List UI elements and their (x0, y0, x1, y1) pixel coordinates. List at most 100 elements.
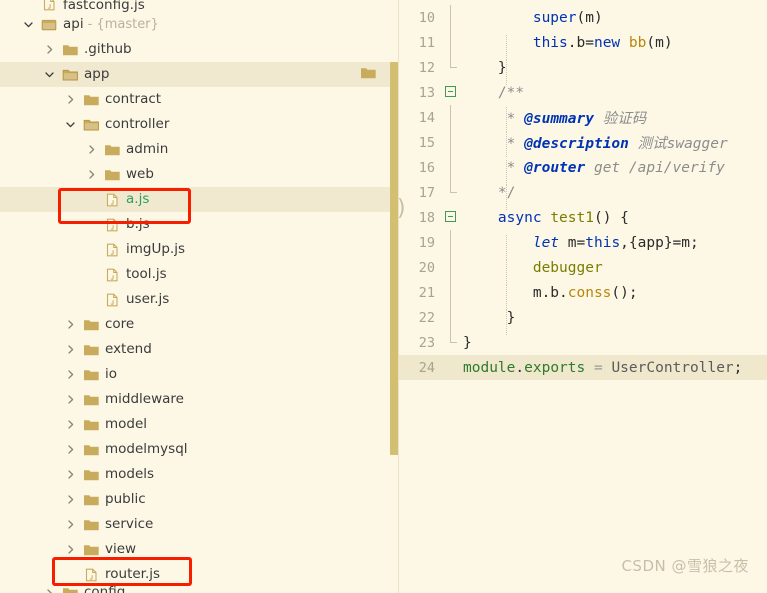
folder-icon (83, 367, 100, 383)
chevron-right-icon[interactable] (64, 93, 77, 106)
tree-item-api[interactable]: api - {master} (0, 12, 399, 37)
chevron-right-icon[interactable] (64, 418, 77, 431)
code-token: m= (559, 234, 586, 251)
tree-item-label: api (63, 15, 84, 32)
tree-item-router-js[interactable]: router.js (0, 562, 399, 587)
fold-guide (441, 30, 463, 55)
tree-item-label: io (105, 365, 118, 382)
code-line[interactable]: 19 let m=this,{app}=m; (399, 230, 767, 260)
fold-guide (441, 105, 463, 130)
watermark: CSDN @雪狼之夜 (621, 557, 749, 575)
chevron-right-icon[interactable] (64, 518, 77, 531)
git-branch-label: - {master} (87, 17, 159, 32)
fold-collapse-icon[interactable] (441, 80, 463, 105)
tree-item-admin[interactable]: admin (0, 137, 399, 162)
chevron-right-icon[interactable] (64, 493, 77, 506)
chevron-down-icon[interactable] (22, 18, 35, 31)
chevron-right-icon[interactable] (64, 368, 77, 381)
tree-item-app[interactable]: app (0, 62, 399, 87)
chevron-right-icon[interactable] (64, 318, 77, 331)
tree-item-config[interactable]: config (0, 586, 399, 593)
code-token: 验证码 (593, 111, 647, 127)
code-token: let (532, 234, 560, 251)
tree-item-web[interactable]: web (0, 162, 399, 187)
tree-item-core[interactable]: core (0, 312, 399, 337)
line-number: 15 (418, 134, 435, 151)
code-line[interactable]: 21 m.b.conss(); (399, 280, 767, 310)
tree-item-public[interactable]: public (0, 487, 399, 512)
fold-guide (441, 130, 463, 155)
chevron-right-icon[interactable] (85, 143, 98, 156)
code-line[interactable]: 20 debugger (399, 255, 767, 285)
code-line[interactable]: 14 * @summary 验证码 (399, 105, 767, 132)
tree-item-label: service (105, 515, 154, 532)
tree-item-b-js[interactable]: b.js (0, 212, 399, 237)
chevron-down-icon[interactable] (64, 118, 77, 131)
tree-item--github[interactable]: .github (0, 37, 399, 62)
fold-collapse-icon[interactable] (441, 205, 463, 230)
chevron-right-icon[interactable] (64, 543, 77, 556)
code-line[interactable]: 12 } (399, 55, 767, 85)
line-number: 20 (418, 259, 435, 276)
tree-item-service[interactable]: service (0, 512, 399, 537)
code-token: new (593, 34, 621, 51)
code-line[interactable]: 11 this.b=new bb(m) (399, 30, 767, 60)
tree-item-tool-js[interactable]: tool.js (0, 262, 399, 287)
tree-item-a-js[interactable]: a.js (0, 187, 399, 212)
chevron-right-icon[interactable] (64, 393, 77, 406)
code-token: } (506, 309, 516, 326)
code-token: . (567, 34, 577, 51)
tree-item-model[interactable]: model (0, 412, 399, 437)
code-line[interactable]: 16 * @router get /api/verify (399, 155, 767, 185)
tree-item-label: web (126, 165, 154, 182)
code-line[interactable]: 10 super(m) (399, 5, 767, 30)
chevron-right-icon[interactable] (43, 43, 56, 56)
tree-item-middleware[interactable]: middleware (0, 387, 399, 412)
chevron-right-icon[interactable] (64, 443, 77, 456)
tree-item-view[interactable]: view (0, 537, 399, 562)
folder-icon (83, 342, 100, 358)
tree-item-controller[interactable]: controller (0, 112, 399, 137)
fold-guide (441, 255, 463, 280)
chevron-down-icon[interactable] (43, 68, 56, 81)
line-number: 21 (418, 284, 435, 301)
fold-guide-end (441, 180, 463, 205)
tree-item-imgup-js[interactable]: imgUp.js (0, 237, 399, 262)
code-token: @summary (524, 111, 594, 127)
code-text: * @summary 验证码 (463, 107, 767, 132)
tree-item-label: view (105, 540, 137, 557)
code-line[interactable]: 17 */ (399, 180, 767, 210)
tree-item-label: a.js (126, 190, 150, 207)
tree-item-label: fastconfig.js (63, 0, 145, 13)
tree-item-extend[interactable]: extend (0, 337, 399, 362)
code-line[interactable]: 18 async test1() { (399, 205, 767, 230)
row-folder-icon[interactable] (360, 65, 377, 85)
tree-item-fastconfig-js[interactable]: fastconfig.js (0, 0, 399, 12)
chevron-right-icon[interactable] (43, 587, 56, 593)
code-line[interactable]: 22 } (399, 305, 767, 335)
chevron-right-icon[interactable] (64, 468, 77, 481)
chevron-right-icon[interactable] (85, 168, 98, 181)
code-line[interactable]: 23} (399, 330, 767, 355)
tree-item-modelmysql[interactable]: modelmysql (0, 437, 399, 462)
code-editor[interactable]: ) 10 super(m)11 this.b=new bb(m)12 }13 /… (399, 0, 767, 593)
code-line[interactable]: 13 /** (399, 80, 767, 105)
tree-item-contract[interactable]: contract (0, 87, 399, 112)
chevron-right-icon[interactable] (64, 343, 77, 356)
line-number: 17 (418, 184, 435, 201)
line-number: 18 (418, 209, 435, 226)
tree-item-user-js[interactable]: user.js (0, 287, 399, 312)
fold-guide (441, 280, 463, 305)
code-line[interactable]: 24 module.exports = UserController; (399, 355, 767, 380)
code-token: . (515, 359, 525, 376)
project-file-tree[interactable]: fastconfig.js api - {master} .github app cont… (0, 0, 399, 593)
tree-item-models[interactable]: models (0, 462, 399, 487)
file-js-icon (83, 567, 100, 583)
code-line[interactable]: 15 * @description 测试swagger (399, 130, 767, 157)
code-token: bb (628, 34, 647, 51)
tree-item-io[interactable]: io (0, 362, 399, 387)
